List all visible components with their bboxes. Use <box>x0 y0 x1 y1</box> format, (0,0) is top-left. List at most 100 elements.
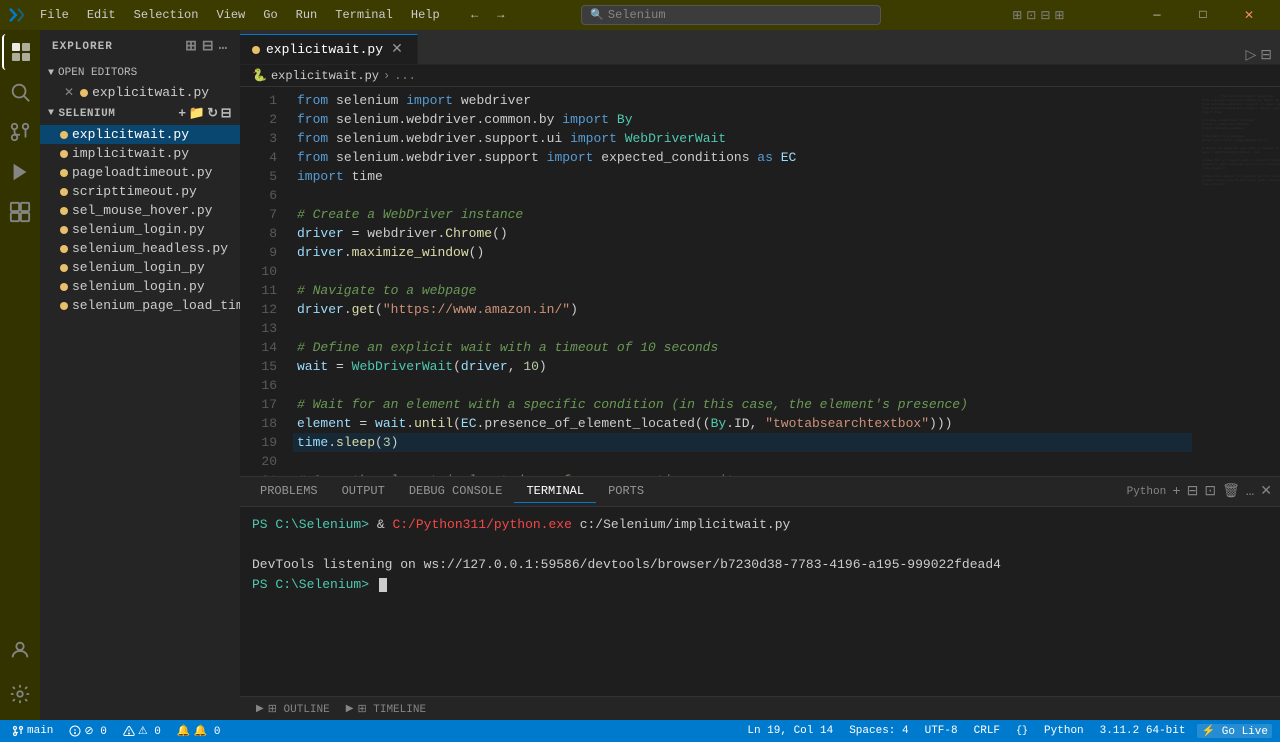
search-box[interactable]: 🔍 Selenium <box>581 5 881 25</box>
file-close-icon[interactable]: ✕ <box>64 85 74 100</box>
run-icon[interactable]: ▷ <box>1245 47 1256 64</box>
menu-help[interactable]: Help <box>403 6 448 24</box>
language-mode[interactable]: Python <box>1040 725 1088 737</box>
split-editor-icon[interactable]: ⊟ <box>1260 47 1272 64</box>
menu-file[interactable]: File <box>32 6 77 24</box>
kill-terminal-icon[interactable]: 🗑 <box>1222 483 1240 500</box>
minimize-button[interactable]: — <box>1134 0 1180 30</box>
code-line: driver.maximize_window() <box>293 243 1192 262</box>
file-dot-icon <box>60 207 68 215</box>
line-number: 17 <box>240 395 277 414</box>
line-number: 15 <box>240 357 277 376</box>
search-label: Selenium <box>608 8 666 22</box>
status-right: Ln 19, Col 14 Spaces: 4 UTF-8 CRLF {} Py… <box>743 724 1272 738</box>
breadcrumb-more: ... <box>394 69 416 83</box>
git-branch[interactable]: main <box>8 725 57 737</box>
file-item-9[interactable]: selenium_page_load_tim... <box>40 296 240 315</box>
line-number: 3 <box>240 129 277 148</box>
activity-git[interactable] <box>2 114 38 150</box>
menu-view[interactable]: View <box>208 6 253 24</box>
code-line: from selenium import webdriver <box>293 91 1192 110</box>
tab-terminal[interactable]: TERMINAL <box>514 480 596 503</box>
timeline-section[interactable]: ▶ ⊞ TIMELINE <box>338 700 434 718</box>
layout-icon-3[interactable]: ⊟ <box>1040 8 1050 23</box>
menu-selection[interactable]: Selection <box>126 6 207 24</box>
file-item-3[interactable]: scripttimeout.py <box>40 182 240 201</box>
menu-run[interactable]: Run <box>288 6 326 24</box>
menu-edit[interactable]: Edit <box>79 6 124 24</box>
breadcrumb-file[interactable]: explicitwait.py <box>271 69 379 83</box>
file-name: scripttimeout.py <box>72 184 197 199</box>
terminal-layout-icon[interactable]: ⊡ <box>1204 483 1216 500</box>
code-area[interactable]: from selenium import webdriverfrom selen… <box>285 87 1200 476</box>
new-file-icon[interactable]: ⊞ <box>185 38 198 55</box>
file-item-2[interactable]: pageloadtimeout.py <box>40 163 240 182</box>
collapse-icon[interactable]: ⊟ <box>202 38 215 55</box>
collapse-all-icon[interactable]: ⊟ <box>221 106 232 121</box>
line-number: 14 <box>240 338 277 357</box>
terminal-content[interactable]: PS C:\Selenium> & C:/Python311/python.ex… <box>240 507 1280 696</box>
new-file-selenium-icon[interactable]: + <box>178 106 186 121</box>
terminal-area: PROBLEMS OUTPUT DEBUG CONSOLE TERMINAL P… <box>240 476 1280 696</box>
activity-extensions[interactable] <box>2 194 38 230</box>
activity-explorer[interactable] <box>2 34 38 70</box>
tab-ports[interactable]: PORTS <box>596 480 656 503</box>
selenium-header-icons: + 📁 ↻ ⊟ <box>178 106 232 121</box>
activity-search[interactable] <box>2 74 38 110</box>
layout-icon-2[interactable]: ⊡ <box>1026 8 1036 23</box>
file-dot-icon <box>60 283 68 291</box>
nav-forward[interactable]: → <box>490 4 512 26</box>
chevron-down-icon: ▼ <box>48 68 54 79</box>
errors-count[interactable]: ⊘ 0 <box>65 724 110 738</box>
tab-output[interactable]: OUTPUT <box>330 480 397 503</box>
new-folder-icon[interactable]: 📁 <box>189 106 206 121</box>
layout-icon-4[interactable]: ⊞ <box>1054 8 1064 23</box>
window-controls: — □ ✕ <box>1134 0 1272 30</box>
active-tab[interactable]: explicitwait.py ✕ <box>240 34 418 64</box>
info-count[interactable]: 🔔 🔔 0 <box>173 724 225 738</box>
tab-problems[interactable]: PROBLEMS <box>248 480 330 503</box>
outline-section[interactable]: ▶ ⊞ OUTLINE <box>248 700 338 718</box>
cursor-position[interactable]: Ln 19, Col 14 <box>743 725 837 737</box>
tab-debug-console[interactable]: DEBUG CONSOLE <box>397 480 515 503</box>
file-dot-icon <box>60 169 68 177</box>
tab-bar: explicitwait.py ✕ ▷ ⊟ <box>240 30 1280 65</box>
close-button[interactable]: ✕ <box>1226 0 1272 30</box>
menu-terminal[interactable]: Terminal <box>327 6 401 24</box>
activity-account[interactable] <box>2 632 38 668</box>
python-version[interactable]: 3.11.2 64-bit <box>1096 725 1190 737</box>
open-editor-file[interactable]: ✕ explicitwait.py <box>40 83 240 102</box>
warnings-count[interactable]: ⚠ 0 <box>119 724 165 738</box>
line-number: 10 <box>240 262 277 281</box>
eol-setting[interactable]: CRLF <box>970 725 1004 737</box>
open-editors-header[interactable]: ▼ OPEN EDITORS <box>40 63 240 83</box>
file-item-4[interactable]: sel_mouse_hover.py <box>40 201 240 220</box>
more-icon[interactable]: … <box>219 38 228 55</box>
selenium-section-header[interactable]: ▼ SELENIUM + 📁 ↻ ⊟ <box>40 102 240 125</box>
code-line: time.sleep(3) <box>293 433 1192 452</box>
close-terminal-icon[interactable]: ✕ <box>1260 483 1272 500</box>
maximize-button[interactable]: □ <box>1180 0 1226 30</box>
encoding-setting[interactable]: UTF-8 <box>921 725 962 737</box>
file-item-1[interactable]: implicitwait.py <box>40 144 240 163</box>
add-terminal-icon[interactable]: + <box>1172 484 1180 500</box>
file-item-5[interactable]: selenium_login.py <box>40 220 240 239</box>
nav-back[interactable]: ← <box>464 4 486 26</box>
line-number: 9 <box>240 243 277 262</box>
code-line <box>293 186 1192 205</box>
activity-debug[interactable] <box>2 154 38 190</box>
terminal-more-icon[interactable]: … <box>1246 484 1254 500</box>
file-item-0[interactable]: explicitwait.py <box>40 125 240 144</box>
refresh-icon[interactable]: ↻ <box>207 106 218 121</box>
spaces-setting[interactable]: Spaces: 4 <box>845 725 912 737</box>
code-line <box>293 376 1192 395</box>
go-live-button[interactable]: ⚡ Go Live <box>1197 724 1272 738</box>
menu-go[interactable]: Go <box>255 6 285 24</box>
tab-close-button[interactable]: ✕ <box>389 42 405 58</box>
file-item-8[interactable]: selenium_login.py <box>40 277 240 296</box>
file-item-6[interactable]: selenium_headless.py <box>40 239 240 258</box>
activity-settings[interactable] <box>2 676 38 712</box>
split-terminal-icon[interactable]: ⊟ <box>1187 483 1199 500</box>
file-item-7[interactable]: selenium_login_py <box>40 258 240 277</box>
layout-icon-1[interactable]: ⊞ <box>1012 8 1022 23</box>
